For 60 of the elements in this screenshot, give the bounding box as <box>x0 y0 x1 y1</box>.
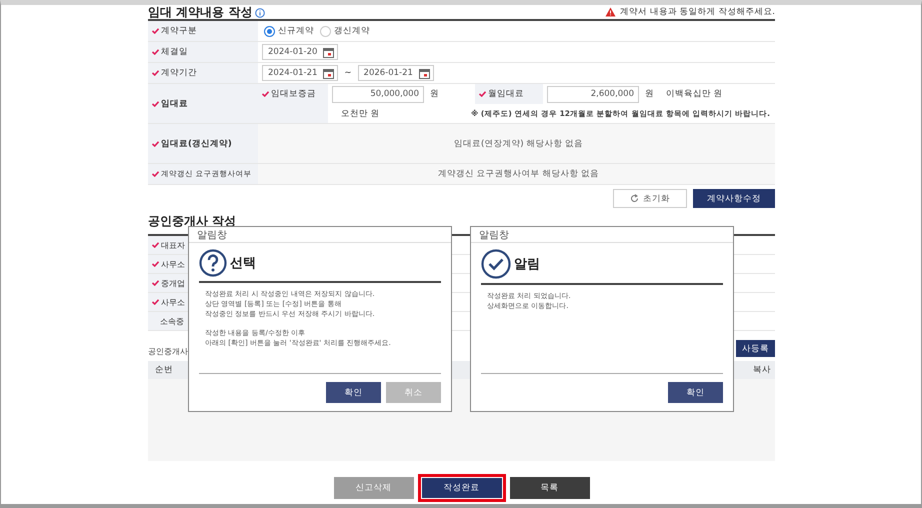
register-button[interactable]: 사등록 <box>736 340 775 357</box>
radio-circle[interactable] <box>320 26 331 36</box>
radio-circle[interactable] <box>264 26 275 36</box>
warning-text: 계약서 내용과 동일하게 작성해주세요. <box>620 6 775 18</box>
radio-option[interactable]: 신규계약 <box>264 25 314 37</box>
status-text: 임대료(연장계약) 해당사항 없음 <box>454 138 584 150</box>
question-icon <box>199 249 227 277</box>
amount-in-words: 오천만 원 <box>340 108 381 120</box>
field-label: 대표자 <box>161 240 185 250</box>
unit-label: 원 <box>645 88 654 100</box>
dialog-title: 알림창 <box>471 227 733 243</box>
action-button[interactable]: 작성완료 <box>418 474 506 502</box>
list-label: 공인중개사 <box>148 346 188 357</box>
dialog-heading: 선택 <box>230 255 256 272</box>
date-field[interactable]: 2024-01-20 <box>262 44 338 60</box>
field-label: 체결일 <box>161 46 188 58</box>
range-separator: ~ <box>344 68 352 78</box>
checkmark-circle-icon <box>481 249 511 279</box>
check-mark-icon <box>152 28 159 34</box>
deposit-field[interactable]: 50,000,000 <box>332 86 424 102</box>
check-mark-icon <box>152 171 159 177</box>
field-label: 임대료 <box>161 98 188 110</box>
field-label: 월임대료 <box>488 88 524 100</box>
check-mark-icon <box>262 91 269 97</box>
field-label: 계약구분 <box>161 25 197 37</box>
field-label: 사무소 <box>161 258 185 270</box>
column-header: 순번 <box>155 364 173 376</box>
field-label: 중개업 <box>161 278 185 288</box>
field-label: 임대료(갱신계약) <box>161 138 232 150</box>
date-field[interactable]: 2026-01-21 <box>358 65 434 81</box>
date-field[interactable]: 2024-01-21 <box>262 65 338 81</box>
action-button[interactable]: 확인 <box>326 382 381 403</box>
unit-label: 원 <box>430 88 439 100</box>
calendar-icon[interactable] <box>323 46 334 58</box>
status-text: 계약갱신 요구권행사여부 해당사항 없음 <box>438 168 600 180</box>
action-button[interactable]: 목록 <box>510 477 590 499</box>
check-mark-icon <box>479 91 486 97</box>
dialog-title: 알림창 <box>189 227 451 243</box>
field-label: 계약기간 <box>161 67 197 79</box>
refresh-icon <box>630 194 639 203</box>
field-label: 소속중 <box>160 316 184 326</box>
calendar-icon[interactable] <box>418 68 430 78</box>
action-button[interactable]: 초기화 <box>613 189 687 208</box>
column-header: 복사 <box>753 364 771 376</box>
section-title: 임대 계약내용 작성 <box>148 6 252 19</box>
action-button[interactable]: 확인 <box>668 382 723 403</box>
action-button[interactable]: 계약사항수정 <box>693 189 775 208</box>
amount-in-words: 이백육십만 원 <box>666 88 723 100</box>
monthly-rent-field[interactable]: 2,600,000 <box>547 86 639 102</box>
info-icon[interactable] <box>255 8 266 18</box>
check-mark-icon <box>152 100 159 106</box>
warning-icon <box>605 7 616 17</box>
field-label: 사무소 <box>161 296 185 308</box>
check-mark-icon <box>152 140 159 146</box>
dialog-heading: 알림 <box>514 256 540 273</box>
check-mark-icon <box>152 70 159 76</box>
check-mark-icon <box>152 49 159 55</box>
calendar-icon[interactable] <box>323 68 334 78</box>
radio-option[interactable]: 갱신계약 <box>320 25 370 37</box>
field-label: 임대보증금 <box>271 88 316 100</box>
